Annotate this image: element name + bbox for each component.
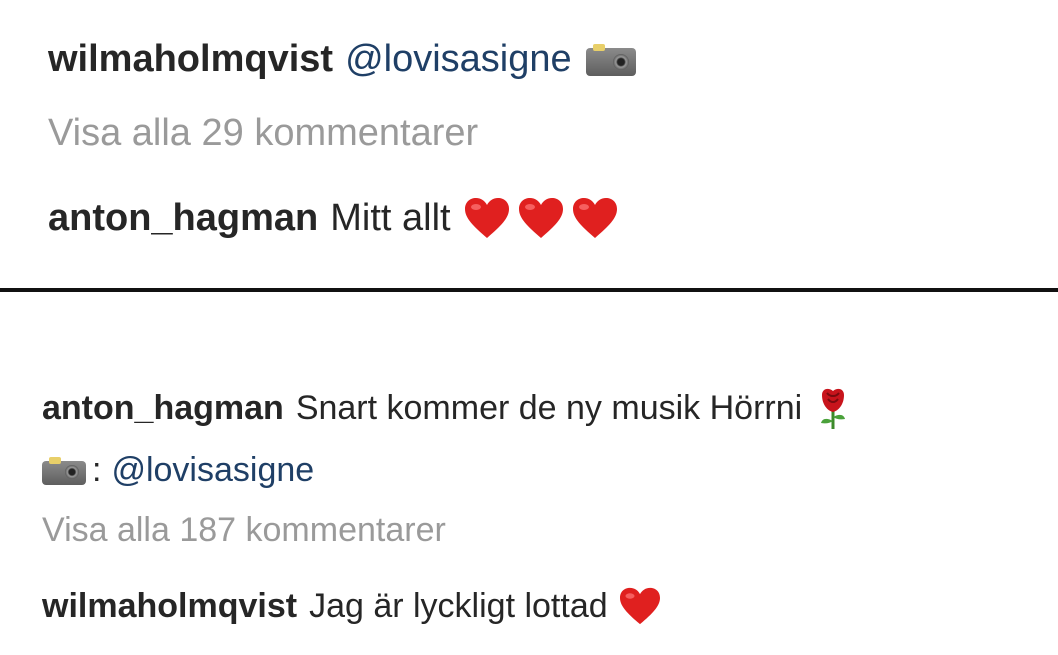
camera-icon	[42, 455, 86, 485]
credit-separator: :	[92, 450, 102, 489]
mention-link[interactable]: @lovisasigne	[111, 451, 314, 490]
top-comment-panel: wilmaholmqvist @lovisasigne Visa alla 29…	[0, 0, 1058, 288]
caption-text: Snart kommer de ny musik Hörrni	[295, 388, 803, 427]
view-all-comments-link[interactable]: Visa alla 187 kommentarer	[42, 508, 446, 552]
photo-credit-row: : @lovisasigne	[42, 448, 314, 492]
heart-icon	[463, 196, 511, 240]
view-all-comments-link[interactable]: Visa alla 29 kommentarer	[48, 110, 478, 156]
bottom-comment-panel: anton_hagman Snart kommer de ny musik Hö…	[0, 292, 1058, 655]
username-link[interactable]: anton_hagman	[42, 389, 284, 428]
caption-row: wilmaholmqvist @lovisasigne	[48, 36, 636, 82]
heart-icon	[571, 196, 619, 240]
rose-icon	[814, 385, 852, 431]
caption-row: anton_hagman Snart kommer de ny musik Hö…	[42, 384, 852, 432]
comment-row: wilmaholmqvist Jag är lyckligt lottad	[42, 582, 662, 630]
mention-link[interactable]: @lovisasigne	[345, 38, 572, 81]
camera-icon	[585, 42, 636, 76]
heart-icon	[618, 586, 662, 626]
heart-icon	[517, 196, 565, 240]
comment-text: Mitt allt	[330, 196, 451, 239]
comment-text: Jag är lyckligt lottad	[309, 586, 608, 625]
comment-row: anton_hagman Mitt allt	[48, 192, 619, 244]
username-link[interactable]: wilmaholmqvist	[48, 38, 333, 81]
username-link[interactable]: anton_hagman	[48, 197, 318, 240]
username-link[interactable]: wilmaholmqvist	[42, 587, 297, 626]
